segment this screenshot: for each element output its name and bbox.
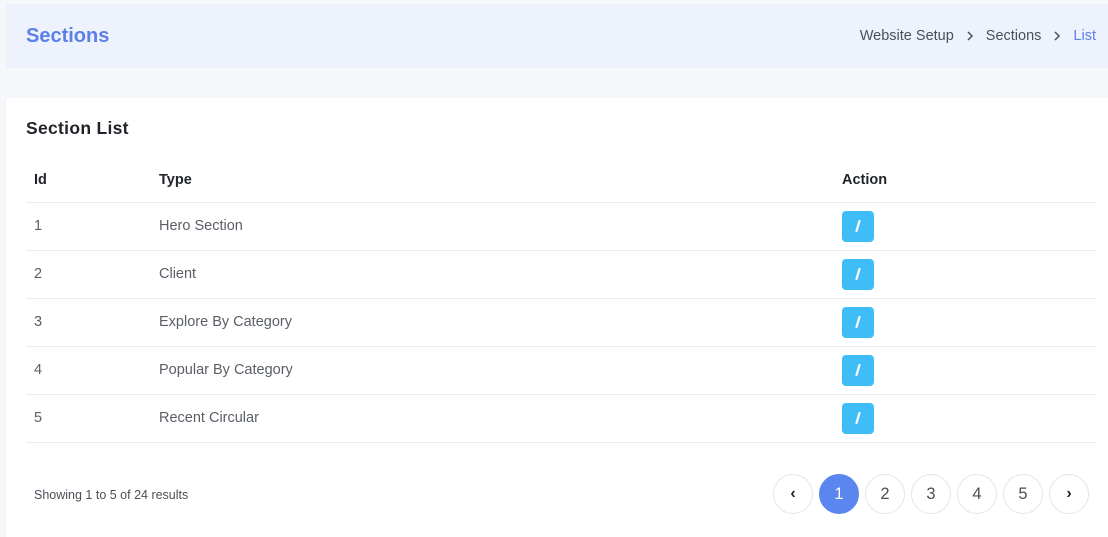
pencil-icon xyxy=(855,364,861,376)
page-button-5[interactable]: 5 xyxy=(1003,474,1043,514)
page-button-4[interactable]: 4 xyxy=(957,474,997,514)
row-id: 3 xyxy=(26,298,151,347)
column-header-type: Type xyxy=(151,158,834,203)
row-id: 4 xyxy=(26,346,151,395)
breadcrumb-item-list: List xyxy=(1073,28,1096,44)
page-button-3[interactable]: 3 xyxy=(911,474,951,514)
row-id: 1 xyxy=(26,202,151,251)
table-row: 5 Recent Circular xyxy=(26,394,1096,443)
column-header-id: Id xyxy=(26,158,151,203)
edit-button[interactable] xyxy=(842,306,874,338)
pencil-icon xyxy=(855,412,861,424)
prev-page-button[interactable]: ‹ xyxy=(773,474,813,514)
breadcrumb-item-sections[interactable]: Sections xyxy=(986,28,1042,44)
edit-button[interactable] xyxy=(842,210,874,242)
page-title: Sections xyxy=(26,24,110,47)
chevron-right-icon xyxy=(966,31,974,41)
row-id: 5 xyxy=(26,394,151,443)
table-row: 3 Explore By Category xyxy=(26,298,1096,347)
row-type: Popular By Category xyxy=(151,346,834,395)
page-button-1[interactable]: 1 xyxy=(819,474,859,514)
card-title: Section List xyxy=(26,118,129,138)
pencil-icon xyxy=(855,220,861,232)
pencil-icon xyxy=(855,316,861,328)
row-type: Explore By Category xyxy=(151,298,834,347)
section-list-card: Section List Id Type Action 1 Hero Secti… xyxy=(6,98,1108,537)
edit-button[interactable] xyxy=(842,354,874,386)
breadcrumb-item-website-setup[interactable]: Website Setup xyxy=(860,28,954,44)
next-page-button[interactable]: › xyxy=(1049,474,1089,514)
pagination-info: Showing 1 to 5 of 24 results xyxy=(34,488,189,502)
table-row: 4 Popular By Category xyxy=(26,346,1096,395)
row-type: Hero Section xyxy=(151,202,834,251)
edit-button[interactable] xyxy=(842,258,874,290)
pencil-icon xyxy=(855,268,861,280)
table-row: 2 Client xyxy=(26,250,1096,299)
page-header: Sections Website Setup Sections List xyxy=(6,4,1108,68)
page-button-2[interactable]: 2 xyxy=(865,474,905,514)
table-header-row: Id Type Action xyxy=(26,158,1096,203)
section-table: Id Type Action 1 Hero Section 2 Client 3… xyxy=(26,158,1096,443)
table-row: 1 Hero Section xyxy=(26,202,1096,251)
chevron-right-icon xyxy=(1053,31,1061,41)
breadcrumb: Website Setup Sections List xyxy=(860,28,1096,44)
row-type: Client xyxy=(151,250,834,299)
row-type: Recent Circular xyxy=(151,394,834,443)
column-header-action: Action xyxy=(834,158,1096,203)
edit-button[interactable] xyxy=(842,402,874,434)
row-id: 2 xyxy=(26,250,151,299)
pagination: ‹ 1 2 3 4 5 › xyxy=(773,474,1089,514)
